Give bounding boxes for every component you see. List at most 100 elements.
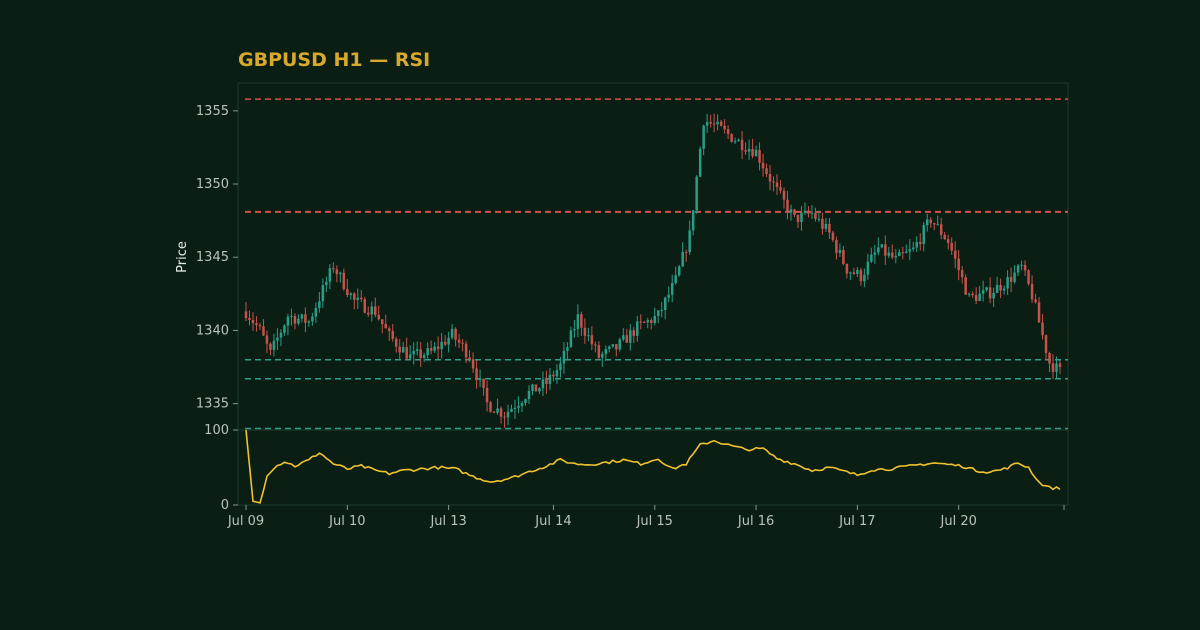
candle-body [1058, 363, 1062, 367]
candle-body [314, 307, 318, 317]
candle-body [639, 321, 643, 323]
candle-body [499, 408, 503, 417]
candle-body [726, 129, 730, 134]
candle-body [1023, 264, 1027, 271]
candle-body [461, 342, 464, 344]
price-axis-label: Price [175, 241, 190, 273]
candle-body [615, 344, 618, 350]
candle-body [279, 332, 283, 338]
x-tick-label: Jul 16 [737, 514, 774, 529]
candle-body [831, 232, 835, 240]
candle-body [670, 282, 674, 295]
candle-body [353, 293, 356, 300]
candle-body [992, 292, 995, 299]
candle-body [761, 162, 765, 169]
candle-body [629, 330, 632, 343]
rsi-axis: 0 100 [204, 423, 238, 513]
chart: GBPUSD H1 — RSI 1335 1340 1345 1350 1355 Pri… [175, 49, 1069, 529]
candle-body [884, 244, 887, 256]
candle-body [643, 321, 646, 323]
candle-body [468, 357, 471, 360]
candle-body [880, 244, 884, 248]
candle-body [367, 312, 370, 315]
candle-body [531, 384, 534, 391]
candle-body [796, 214, 800, 223]
candle-body [506, 411, 510, 418]
candle-body [768, 173, 772, 182]
candle-body [821, 218, 824, 229]
candle-body [450, 328, 454, 338]
candle-body [957, 258, 960, 271]
candle-body [971, 293, 974, 296]
candle-body [436, 346, 440, 350]
candle-body [412, 351, 415, 355]
candle-body [262, 326, 265, 336]
candle-body [248, 317, 251, 320]
candle-body [814, 212, 817, 219]
candle-body [747, 149, 751, 152]
candle-body [870, 254, 873, 262]
candle-body [740, 139, 744, 151]
candle-body [674, 275, 677, 283]
x-tick-label: Jul 14 [534, 514, 571, 529]
candle-body [817, 218, 821, 220]
candle-body [709, 122, 712, 124]
candle-body [936, 224, 939, 226]
candle-body [272, 340, 276, 350]
candle-body [269, 343, 272, 350]
price-panel-frame [237, 82, 1069, 431]
candle-body [555, 370, 559, 377]
rsi-tick-label: 0 [221, 498, 229, 513]
candle-body [765, 168, 768, 174]
candle-body [999, 284, 1002, 291]
candle-body [356, 297, 360, 300]
candle-body [622, 335, 625, 340]
x-tick-label: Jul 20 [940, 514, 977, 529]
price-panel: 1335 1340 1345 1350 1355 Price [175, 82, 1069, 431]
candle-body [524, 399, 527, 404]
candle-body [967, 293, 971, 295]
candle-body [828, 223, 831, 233]
candle-body [377, 314, 381, 320]
rsi-tick-label: 100 [204, 423, 229, 438]
candle-body [562, 350, 566, 364]
candle-body [636, 321, 639, 336]
candle-body [656, 310, 660, 317]
candle-body [335, 269, 339, 275]
candle-body [405, 347, 408, 359]
candle-body [601, 353, 604, 358]
candle-body [887, 252, 891, 256]
candle-body [838, 249, 842, 253]
candle-body [807, 210, 810, 214]
candle-body [380, 319, 384, 324]
candle-body [863, 274, 866, 282]
price-tick-label: 1355 [196, 104, 229, 119]
candle-body [803, 210, 807, 213]
candle-body [782, 190, 786, 200]
candle-body [1006, 277, 1009, 289]
candle-body [457, 339, 461, 343]
price-axis: 1335 1340 1345 1350 1355 [196, 104, 238, 412]
candle-body [429, 348, 433, 351]
price-tick-label: 1340 [196, 323, 229, 338]
candle-body [293, 316, 297, 324]
candle-body [489, 402, 492, 412]
candle-body [663, 297, 667, 310]
candle-body [824, 223, 828, 229]
candle-body [688, 230, 691, 253]
candle-body [1037, 302, 1041, 323]
candle-body [915, 242, 919, 248]
candle-body [849, 272, 852, 274]
candle-body [482, 378, 485, 388]
candle-body [845, 263, 849, 274]
candle-body [981, 290, 985, 294]
candle-body [265, 335, 269, 344]
candle-body [583, 327, 587, 336]
candle-body [719, 121, 723, 126]
candle-body [608, 346, 611, 350]
candle-body [401, 347, 405, 353]
candle-body [1051, 363, 1055, 372]
candle-body [964, 277, 967, 295]
candle-body [859, 269, 863, 282]
candle-body [705, 122, 709, 126]
